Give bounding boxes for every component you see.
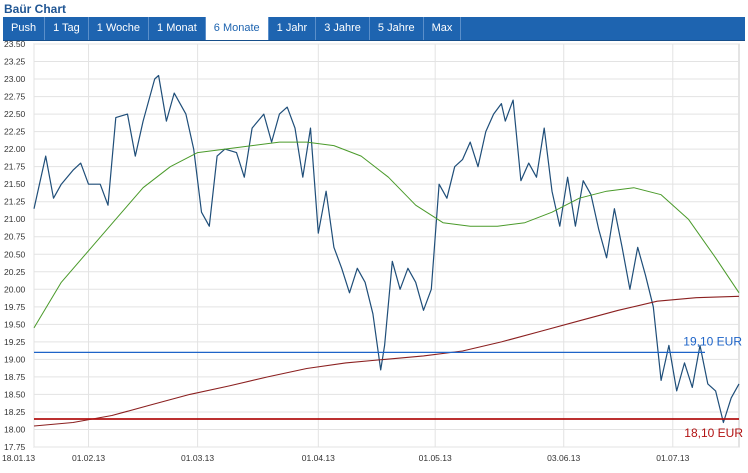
x-tick-label: 01.07.13	[656, 453, 689, 463]
y-tick-label: 21.25	[4, 197, 26, 207]
tab-3-jahre[interactable]: 3 Jahre	[316, 17, 370, 40]
reference-label-red: 18,10 EUR	[684, 426, 743, 440]
tab-6-monate[interactable]: 6 Monate	[205, 17, 269, 40]
y-tick-label: 19.00	[4, 354, 26, 364]
y-tick-label: 18.25	[4, 407, 26, 417]
y-tick-label: 20.75	[4, 232, 26, 242]
y-tick-label: 17.75	[4, 442, 26, 452]
y-tick-label: 22.50	[4, 109, 26, 119]
y-tick-label: 23.00	[4, 74, 26, 84]
tab-max[interactable]: Max	[424, 17, 462, 40]
tab-1-tag[interactable]: 1 Tag	[45, 17, 89, 40]
x-tick-label: 01.04.13	[302, 453, 335, 463]
y-tick-label: 22.25	[4, 127, 26, 137]
y-tick-label: 18.50	[4, 389, 26, 399]
price-chart: 17.75 18.00 18.25 18.50 18.75 19.00 19.25 19.50…	[2, 40, 743, 463]
y-tick-label: 18.75	[4, 372, 26, 382]
chart-area: 17.75 18.00 18.25 18.50 18.75 19.00 19.25 19.50…	[0, 40, 748, 473]
y-tick-label: 19.25	[4, 337, 26, 347]
x-tick-label: 01.05.13	[419, 453, 452, 463]
x-tick-label: 18.01.13	[2, 453, 35, 463]
x-tick-label: 01.02.13	[72, 453, 105, 463]
timeframe-tabs: Push 1 Tag 1 Woche 1 Monat 6 Monate 1 Ja…	[3, 17, 745, 41]
y-tick-label: 18.00	[4, 424, 26, 434]
y-tick-label: 23.25	[4, 57, 26, 67]
y-tick-label: 21.75	[4, 162, 26, 172]
tab-1-jahr[interactable]: 1 Jahr	[269, 17, 317, 40]
tab-1-monat[interactable]: 1 Monat	[149, 17, 206, 40]
y-tick-label: 20.25	[4, 267, 26, 277]
y-tick-label: 19.50	[4, 319, 26, 329]
tab-1-woche[interactable]: 1 Woche	[89, 17, 150, 40]
y-tick-label: 22.75	[4, 92, 26, 102]
plot-frame	[33, 43, 740, 448]
tab-5-jahre[interactable]: 5 Jahre	[370, 17, 424, 40]
tab-push[interactable]: Push	[3, 17, 46, 40]
y-tick-label: 21.00	[4, 214, 26, 224]
y-tick-label: 21.50	[4, 179, 26, 189]
y-tick-label: 20.00	[4, 284, 26, 294]
y-tick-label: 23.50	[4, 40, 26, 49]
y-tick-label: 20.50	[4, 249, 26, 259]
y-tick-label: 22.00	[4, 144, 26, 154]
chart-title: Baür Chart	[4, 2, 67, 16]
x-tick-label: 03.06.13	[547, 453, 580, 463]
x-tick-label: 01.03.13	[181, 453, 214, 463]
reference-label-blue: 19,10 EUR	[683, 334, 742, 348]
y-tick-label: 19.75	[4, 302, 26, 312]
